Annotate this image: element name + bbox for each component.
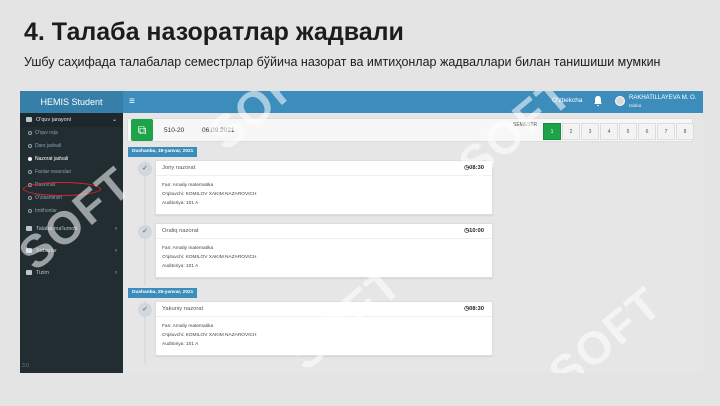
sidebar-item-label: Imtihonlar — [35, 208, 57, 214]
sidebar-item-messages[interactable]: Xabarlar ‹ — [20, 240, 123, 262]
check-icon: ✓ — [138, 162, 152, 176]
exam-teacher: O'qituvchi: KOMILOV XAKIM NAZAROVICH — [162, 255, 257, 260]
sidebar: O'quv jarayoni ⌄ O'quv reja Dars jadvali… — [20, 113, 123, 373]
exam-card[interactable]: Oraliq nazorat ◷10:00 Fan: Amaliy matemati… — [155, 223, 493, 278]
exam-type: Joriy nazorat — [162, 165, 196, 171]
plan-icon[interactable]: ⧉ — [131, 119, 153, 141]
gear-icon — [26, 270, 32, 276]
exam-subject: Fan: Amaliy matematika — [162, 324, 214, 329]
chevron-left-icon: ‹ — [115, 248, 117, 254]
schedule-filter-bar: ⧉ 510-20 06.09.2021 SEMESTR 12345678 — [127, 118, 694, 142]
sidebar-item-curriculum[interactable]: O'quv reja — [20, 127, 123, 140]
main-content: ⧉ 510-20 06.09.2021 SEMESTR 12345678 Dus… — [123, 113, 703, 373]
slide-subtitle: Ушбу саҳифада талабалар семестрлар бўйич… — [24, 55, 661, 69]
semester-tab-4[interactable]: 4 — [600, 123, 618, 140]
exam-time: ◷08:30 — [464, 306, 484, 312]
exam-time: ◷10:00 — [464, 228, 484, 234]
card-divider — [156, 175, 492, 176]
sidebar-section-label: O'quv jarayoni — [36, 117, 71, 123]
user-name: RAKHATILLAYEVA M. O. — [629, 95, 697, 101]
avatar[interactable] — [615, 96, 625, 106]
sidebar-item-student-info[interactable]: Talaba ma'lumoti ‹ — [20, 218, 123, 240]
circle-icon — [28, 208, 32, 213]
exam-time: ◷08:30 — [464, 165, 484, 171]
envelope-icon — [26, 248, 32, 254]
sidebar-item-label: Xabarlar — [36, 248, 57, 254]
version-label: 3.0 — [22, 363, 29, 369]
chevron-down-icon: ⌄ — [111, 117, 117, 123]
sidebar-item-label: Nazorat jadvali — [35, 156, 69, 162]
user-icon — [26, 226, 32, 232]
semester-label: SEMESTR — [513, 122, 538, 128]
top-navbar: HEMIS Student ≡ O'zbekcha RAKHATILLAYEVA… — [20, 91, 703, 113]
language-selector[interactable]: O'zbekcha — [552, 97, 583, 104]
circle-icon — [28, 130, 32, 135]
slide-title: 4. Талаба назоратлар жадвали — [24, 18, 404, 46]
semester-tab-2[interactable]: 2 — [562, 123, 580, 140]
circle-icon — [28, 195, 32, 200]
bell-icon[interactable] — [593, 95, 603, 107]
education-year: 510-20 — [164, 127, 185, 134]
exam-room: Auditoriya: 101 A — [162, 342, 199, 347]
exam-teacher: O'qituvchi: KOMILOV XAKIM NAZAROVICH — [162, 333, 257, 338]
sidebar-item-label: Tizim — [36, 270, 49, 276]
sidebar-item-timetable[interactable]: Dars jadvali — [20, 140, 123, 153]
exam-teacher: O'qituvchi: KOMILOV XAKIM NAZAROVICH — [162, 192, 257, 197]
sidebar-item-label: Dars jadvali — [35, 143, 62, 149]
semester-tab-1[interactable]: 1 — [543, 123, 561, 140]
sidebar-item-control-schedule[interactable]: Nazorat jadvali — [20, 153, 123, 166]
sidebar-section-study[interactable]: O'quv jarayoni ⌄ — [20, 113, 123, 127]
card-divider — [156, 316, 492, 317]
exam-card[interactable]: Joriy nazorat ◷08:30 Fan: Amaliy matematik… — [155, 160, 493, 215]
check-icon: ✓ — [138, 225, 152, 239]
chevron-left-icon: ‹ — [115, 226, 117, 232]
semester-tab-7[interactable]: 7 — [657, 123, 675, 140]
semester-tab-8[interactable]: 8 — [676, 123, 694, 140]
semester-tab-5[interactable]: 5 — [619, 123, 637, 140]
date-label: Dushanba, 18-yanvar, 2021 — [128, 147, 198, 157]
user-role: talaba — [629, 103, 642, 108]
exam-type: Oraliq nazorat — [162, 228, 199, 234]
menu-toggle-icon[interactable]: ≡ — [129, 96, 135, 108]
date-label: Dushanba, 25-yanvar, 2021 — [128, 288, 198, 298]
current-date: 06.09.2021 — [202, 127, 235, 134]
semester-tab-3[interactable]: 3 — [581, 123, 599, 140]
highlight-ellipse — [23, 182, 101, 196]
sidebar-item-label: Talaba ma'lumoti — [36, 226, 78, 232]
exam-time-value: 10:00 — [469, 228, 484, 234]
circle-icon — [28, 156, 32, 161]
sidebar-item-label: O'quv reja — [35, 130, 58, 136]
exam-subject: Fan: Amaliy matematika — [162, 183, 214, 188]
user-menu[interactable]: RAKHATILLAYEVA M. O. talaba — [629, 95, 696, 109]
exam-room: Auditoriya: 101 A — [162, 264, 199, 269]
chevron-left-icon: ‹ — [115, 270, 117, 276]
exam-time-value: 08:30 — [469, 306, 484, 312]
screenshot-frame: HEMIS Student ≡ O'zbekcha RAKHATILLAYEVA… — [20, 91, 703, 373]
check-icon: ✓ — [138, 303, 152, 317]
exam-time-value: 08:30 — [469, 165, 484, 171]
brand-logo[interactable]: HEMIS Student — [20, 91, 123, 113]
sidebar-item-label: Fanlar resurslari — [35, 169, 72, 175]
book-icon — [26, 117, 32, 123]
exam-room: Auditoriya: 101 A — [162, 201, 199, 206]
sidebar-item-system[interactable]: Tizim ‹ — [20, 262, 123, 284]
card-divider — [156, 238, 492, 239]
semester-tab-6[interactable]: 6 — [638, 123, 656, 140]
exam-subject: Fan: Amaliy matematika — [162, 246, 214, 251]
sidebar-item-exams[interactable]: Imtihonlar — [20, 205, 123, 218]
circle-icon — [28, 143, 32, 148]
exam-card[interactable]: Yakuniy nazorat ◷08:30 Fan: Amaliy matemat… — [155, 301, 493, 356]
sidebar-item-resources[interactable]: Fanlar resurslari — [20, 166, 123, 179]
exam-type: Yakuniy nazorat — [162, 306, 204, 312]
circle-icon — [28, 169, 32, 174]
timeline-line — [144, 160, 146, 286]
